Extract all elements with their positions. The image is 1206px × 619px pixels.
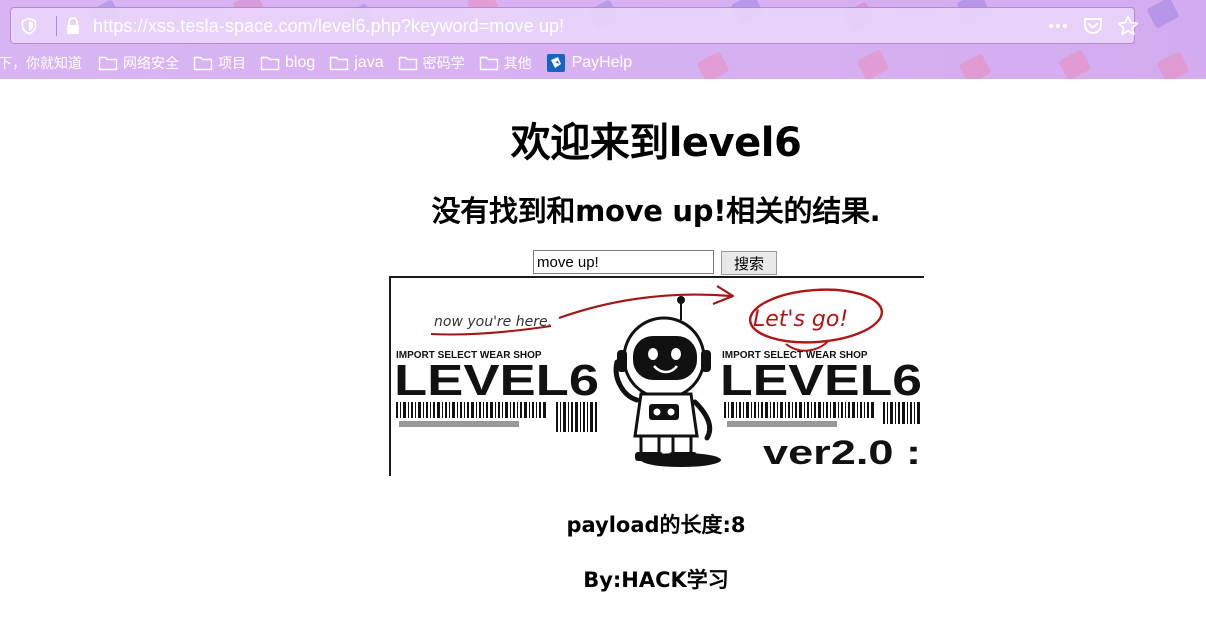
shield-icon[interactable] bbox=[20, 17, 38, 35]
bookmark-label: 密码学 bbox=[422, 56, 465, 72]
banner-logo-left: LEVEL6 bbox=[394, 356, 599, 405]
bookmark-label: 其他 bbox=[503, 56, 532, 72]
level6-banner-image: now you're here. Let's go! IMPORT SELECT… bbox=[389, 276, 924, 476]
search-input[interactable] bbox=[533, 250, 714, 274]
bookmark-payhelp[interactable]: PayHelp bbox=[546, 53, 632, 73]
author-byline: By:HACK学习 bbox=[583, 568, 729, 592]
bookmark-label: blog bbox=[285, 54, 316, 71]
pocket-icon[interactable] bbox=[1082, 15, 1104, 37]
bookmark-folder-java[interactable]: java bbox=[329, 54, 384, 72]
bookmark-folder-security[interactable]: 网络安全 bbox=[98, 53, 179, 73]
search-button[interactable]: 搜索 bbox=[721, 251, 777, 275]
bookmark-label: PayHelp bbox=[571, 54, 633, 71]
banner-logo-right: LEVEL6 bbox=[720, 356, 922, 405]
bookmark-label: java bbox=[354, 54, 384, 71]
payhelp-icon bbox=[546, 54, 565, 72]
address-bar[interactable]: https://xss.tesla-space.com/level6.php?k… bbox=[10, 7, 1139, 44]
folder-icon bbox=[193, 56, 213, 71]
page-title: 欢迎来到level6 bbox=[510, 120, 802, 166]
banner-version: ver2.0 : bbox=[763, 434, 921, 472]
bookmarks-bar: 下，你就知道 网络安全 项目 blog java 密码学 其他 PayHelp bbox=[0, 50, 1206, 76]
search-result-message: 没有找到和move up!相关的结果. bbox=[431, 194, 881, 228]
browser-toolbar: https://xss.tesla-space.com/level6.php?k… bbox=[0, 0, 1206, 79]
folder-icon bbox=[98, 56, 118, 71]
bookmark-folder-other[interactable]: 其他 bbox=[479, 53, 532, 73]
url-separator bbox=[56, 16, 57, 36]
folder-icon bbox=[479, 56, 498, 71]
folder-icon bbox=[398, 56, 417, 71]
folder-icon bbox=[330, 56, 349, 71]
banner-note-right: Let's go! bbox=[753, 307, 848, 332]
bookmark-folder-projects[interactable]: 项目 bbox=[193, 53, 246, 73]
bookmark-folder-crypto[interactable]: 密码学 bbox=[398, 53, 465, 73]
bookmark-folder-blog[interactable]: blog bbox=[260, 54, 315, 72]
more-options-icon[interactable] bbox=[1046, 16, 1070, 36]
page-content: 欢迎来到level6 没有找到和move up!相关的结果. 搜索 now yo… bbox=[0, 79, 1206, 619]
bookmark-item[interactable]: 下，你就知道 bbox=[0, 53, 82, 73]
url-text[interactable]: https://xss.tesla-space.com/level6.php?k… bbox=[93, 16, 564, 37]
lock-icon[interactable] bbox=[64, 16, 82, 36]
bookmark-label: 网络安全 bbox=[123, 56, 179, 72]
bookmark-label: 项目 bbox=[218, 56, 246, 72]
bookmark-star-icon[interactable] bbox=[1116, 14, 1140, 38]
folder-icon bbox=[260, 56, 280, 71]
payload-length: payload的长度:8 bbox=[566, 513, 746, 537]
